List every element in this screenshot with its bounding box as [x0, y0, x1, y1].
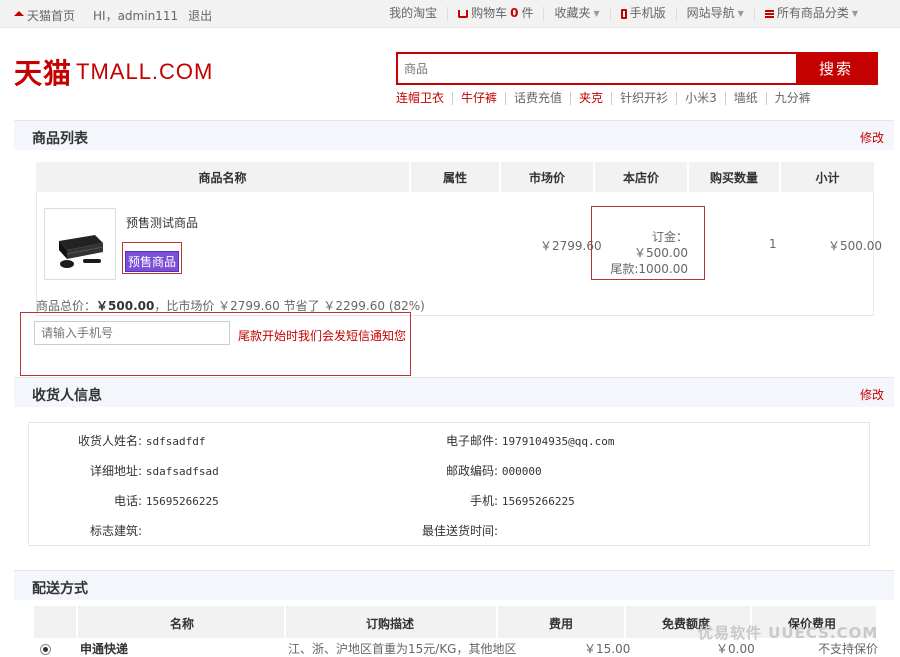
cart-link[interactable]: 购物车 0 件: [448, 6, 545, 20]
col-header: 订购描述: [366, 617, 415, 631]
receiver-name: 收货人姓名: sdfsadfdf: [78, 434, 206, 448]
col-header: 费用: [549, 617, 574, 631]
col-header: 名称: [170, 617, 195, 631]
phone-tip: 尾款开始时我们会发短信通知您: [238, 329, 407, 343]
my-taobao-link[interactable]: 我的淘宝: [379, 7, 449, 20]
product-table-header: 商品名称 属性 市场价 本店价 购买数量 小计: [36, 162, 874, 192]
col-header: 本店价: [594, 162, 689, 192]
greeting: HI，admin111: [93, 9, 179, 23]
col-header: 商品名称: [36, 162, 411, 192]
receiver-zip: 邮政编码: 000000: [446, 464, 542, 478]
search-bar: 搜索: [396, 52, 878, 85]
cart-count: 0: [510, 6, 519, 20]
top-bar: 天猫首页 HI，admin111 退出 我的淘宝 购物车 0 件 收藏夹 ▼ 手…: [0, 0, 900, 28]
hotword-link[interactable]: 话费充值: [506, 92, 572, 105]
product-name-link[interactable]: 预售测试商品: [126, 214, 198, 231]
balance-value: 尾款:1000.00: [610, 262, 688, 276]
receiver-mobile: 手机: 15695266225: [470, 494, 575, 508]
game-console-icon: [59, 235, 104, 268]
product-list-header: 商品列表 修改: [14, 120, 894, 150]
logout-link[interactable]: 退出: [188, 7, 212, 24]
mobile-link[interactable]: 手机版: [611, 7, 677, 20]
favorites-menu[interactable]: 收藏夹 ▼: [544, 7, 611, 20]
receiver-landmark: 标志建筑:: [90, 524, 143, 538]
hotword-link[interactable]: 针织开衫: [612, 92, 678, 105]
search-button[interactable]: 搜索: [796, 54, 876, 83]
section-title: 商品列表: [32, 131, 88, 147]
search-input[interactable]: [398, 54, 796, 83]
all-categories-menu[interactable]: 所有商品分类 ▼: [755, 7, 868, 20]
edit-receiver-link[interactable]: 修改: [860, 386, 884, 403]
hotword-link[interactable]: 连帽卫衣: [396, 92, 454, 105]
receiver-address: 详细地址: sdafsadfsad: [90, 464, 219, 478]
chevron-down-icon: ▼: [593, 9, 600, 18]
menu-icon: [764, 9, 774, 18]
site-nav-menu[interactable]: 网站导航 ▼: [677, 7, 755, 20]
tmall-logo[interactable]: 天猫 TMALL.COM: [14, 52, 213, 92]
section-title: 配送方式: [32, 581, 88, 597]
receiver-tel: 电话: 15695266225: [114, 494, 219, 508]
deposit-value: 订金：￥500.00: [634, 230, 688, 260]
section-title: 收货人信息: [32, 388, 102, 404]
shipping-desc: 江、浙、沪地区首重为15元/KG，其他地区: [288, 642, 517, 656]
shop-price: 订金：￥500.00 尾款:1000.00: [608, 229, 688, 277]
receiver-best-time: 最佳送货时间:: [422, 524, 499, 538]
hotword-link[interactable]: 九分裤: [767, 92, 819, 105]
home-icon: [14, 11, 24, 16]
shipping-header: 配送方式: [14, 570, 894, 600]
summary-total: ￥500.00: [96, 299, 155, 313]
cart-icon: [458, 9, 469, 18]
presale-badge: 预售商品: [125, 251, 180, 272]
shipping-name: 申通快递: [80, 642, 129, 656]
watermark: 优易软件 UUECS.COM: [698, 624, 879, 642]
col-header: 属性: [410, 162, 501, 192]
col-header: 购买数量: [688, 162, 781, 192]
product-image[interactable]: [44, 208, 116, 280]
quantity-value: 1: [769, 237, 777, 251]
hot-keywords: 连帽卫衣 牛仔裤 话费充值 夹克 针织开衫 小米3 墙纸 九分裤: [396, 92, 819, 105]
phone-icon: [620, 8, 627, 19]
chevron-down-icon: ▼: [737, 9, 744, 18]
hotword-link[interactable]: 墙纸: [726, 92, 767, 105]
home-link[interactable]: 天猫首页: [14, 7, 75, 24]
edit-products-link[interactable]: 修改: [860, 129, 884, 146]
chevron-down-icon: ▼: [851, 9, 858, 18]
shipping-fee: ￥15.00: [584, 642, 631, 656]
receiver-email: 电子邮件: 1979104935@qq.com: [446, 434, 615, 448]
hotword-link[interactable]: 夹克: [571, 92, 613, 105]
subtotal-value: ￥500.00: [828, 239, 882, 253]
hotword-link[interactable]: 小米3: [677, 92, 726, 105]
receiver-header: 收货人信息 修改: [14, 377, 894, 407]
hotword-link[interactable]: 牛仔裤: [453, 92, 507, 105]
shipping-radio[interactable]: [40, 644, 51, 655]
col-header: 小计: [780, 162, 874, 192]
phone-input[interactable]: [34, 321, 230, 345]
col-header: 市场价: [500, 162, 595, 192]
